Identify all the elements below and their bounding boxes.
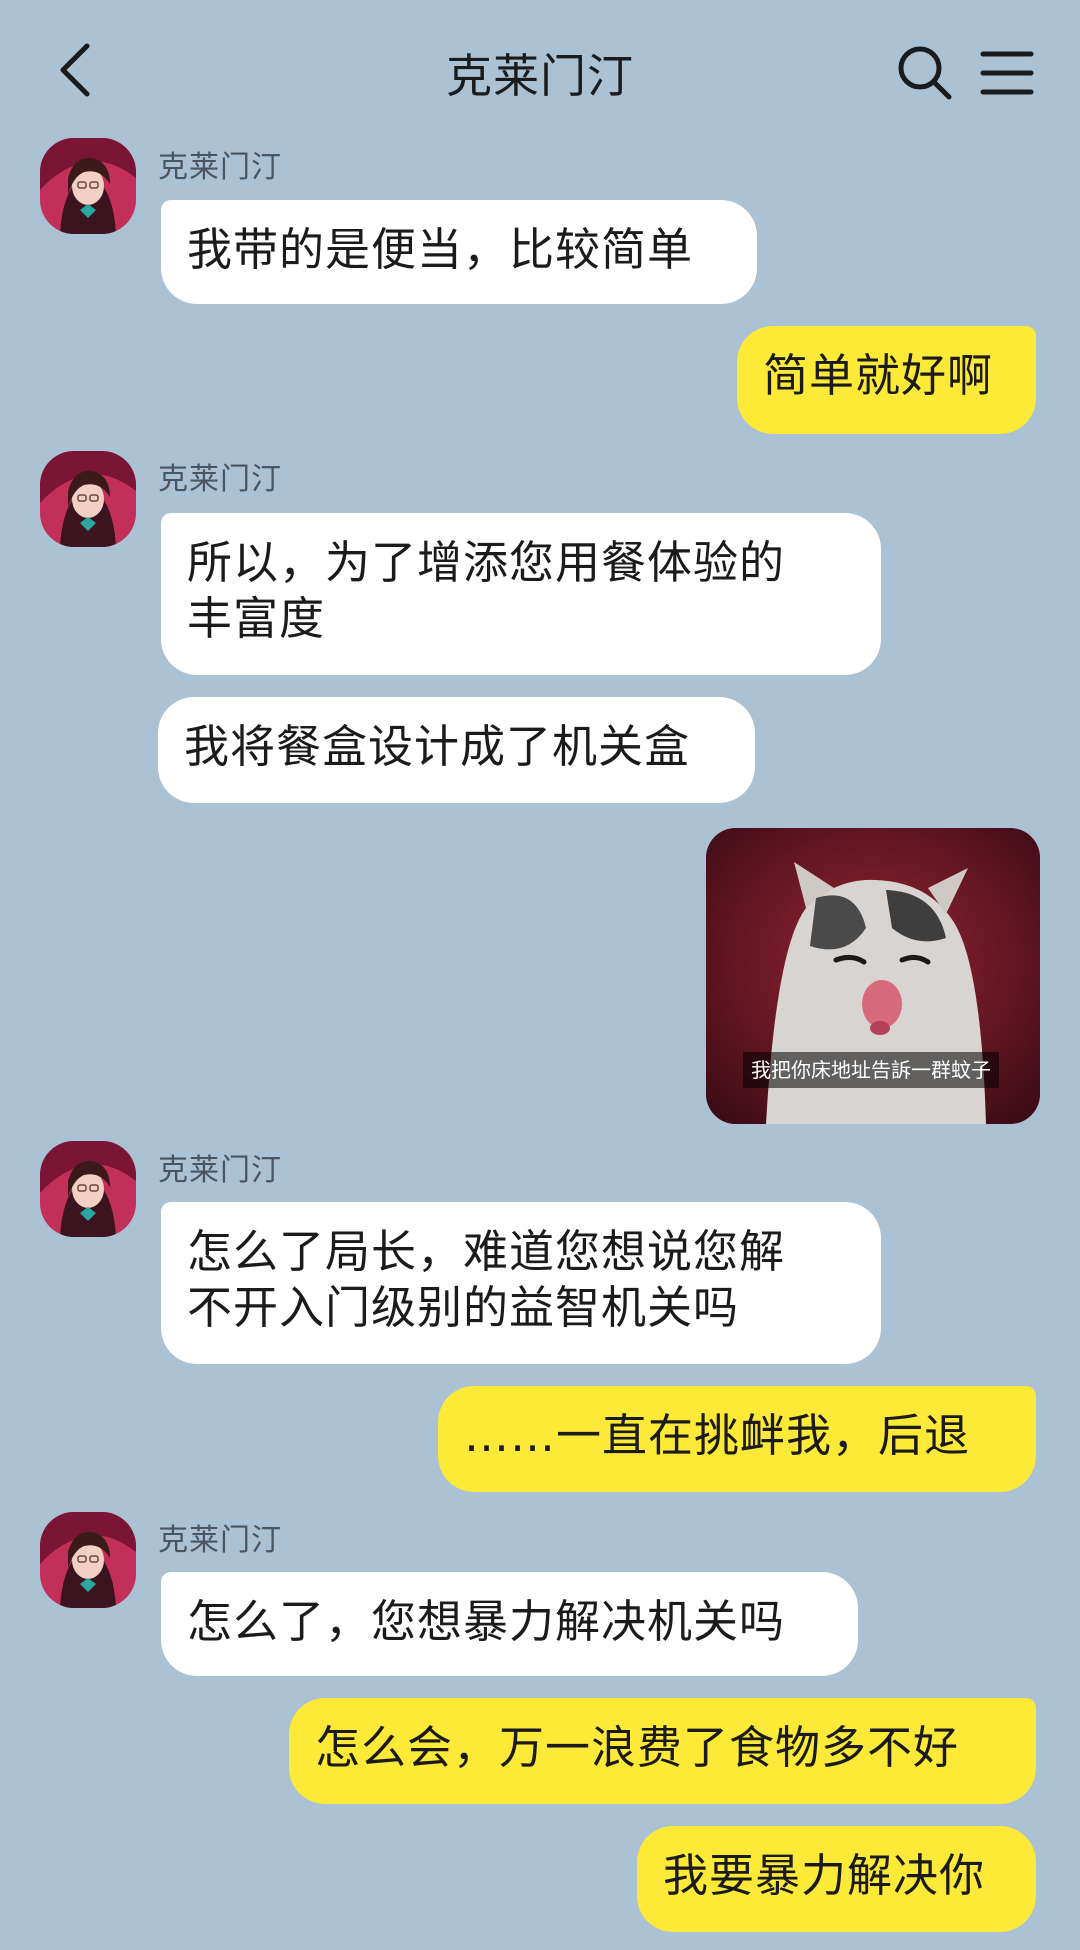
menu-button[interactable] xyxy=(972,38,1042,108)
search-icon xyxy=(898,46,952,100)
avatar[interactable] xyxy=(40,1512,136,1608)
message-bubble-incoming[interactable]: 怎么了，您想暴力解决机关吗 xyxy=(161,1572,858,1676)
message-bubble-outgoing[interactable]: ……一直在挑衅我，后退 xyxy=(438,1386,1036,1492)
search-button[interactable] xyxy=(890,38,960,108)
sender-name: 克莱门汀 xyxy=(158,462,282,497)
chevron-left-icon xyxy=(60,43,90,97)
avatar[interactable] xyxy=(40,1141,136,1237)
message-bubble-outgoing[interactable]: 怎么会，万一浪费了食物多不好 xyxy=(289,1698,1036,1804)
avatar[interactable] xyxy=(40,451,136,547)
sender-name: 克莱门汀 xyxy=(158,150,282,185)
image-caption: 我把你床地址告訴一群蚊子 xyxy=(743,1052,999,1088)
message-bubble-incoming[interactable]: 所以，为了增添您用餐体验的 丰富度 xyxy=(161,513,881,675)
message-bubble-outgoing[interactable]: 简单就好啊 xyxy=(737,326,1036,434)
message-bubble-outgoing[interactable]: 我要暴力解决你 xyxy=(637,1826,1036,1932)
image-message[interactable]: 我把你床地址告訴一群蚊子 xyxy=(706,828,1040,1124)
message-bubble-incoming[interactable]: 我将餐盒设计成了机关盒 xyxy=(158,697,755,803)
sender-name: 克莱门汀 xyxy=(158,1523,282,1558)
menu-icon xyxy=(980,51,1034,95)
back-button[interactable] xyxy=(40,30,110,110)
chat-header: 克莱门汀 xyxy=(0,0,1080,140)
sender-name: 克莱门汀 xyxy=(158,1153,282,1188)
message-bubble-incoming[interactable]: 我带的是便当，比较简单 xyxy=(161,200,757,304)
avatar[interactable] xyxy=(40,138,136,234)
message-bubble-incoming[interactable]: 怎么了局长，难道您想说您解 不开入门级别的益智机关吗 xyxy=(161,1202,881,1364)
